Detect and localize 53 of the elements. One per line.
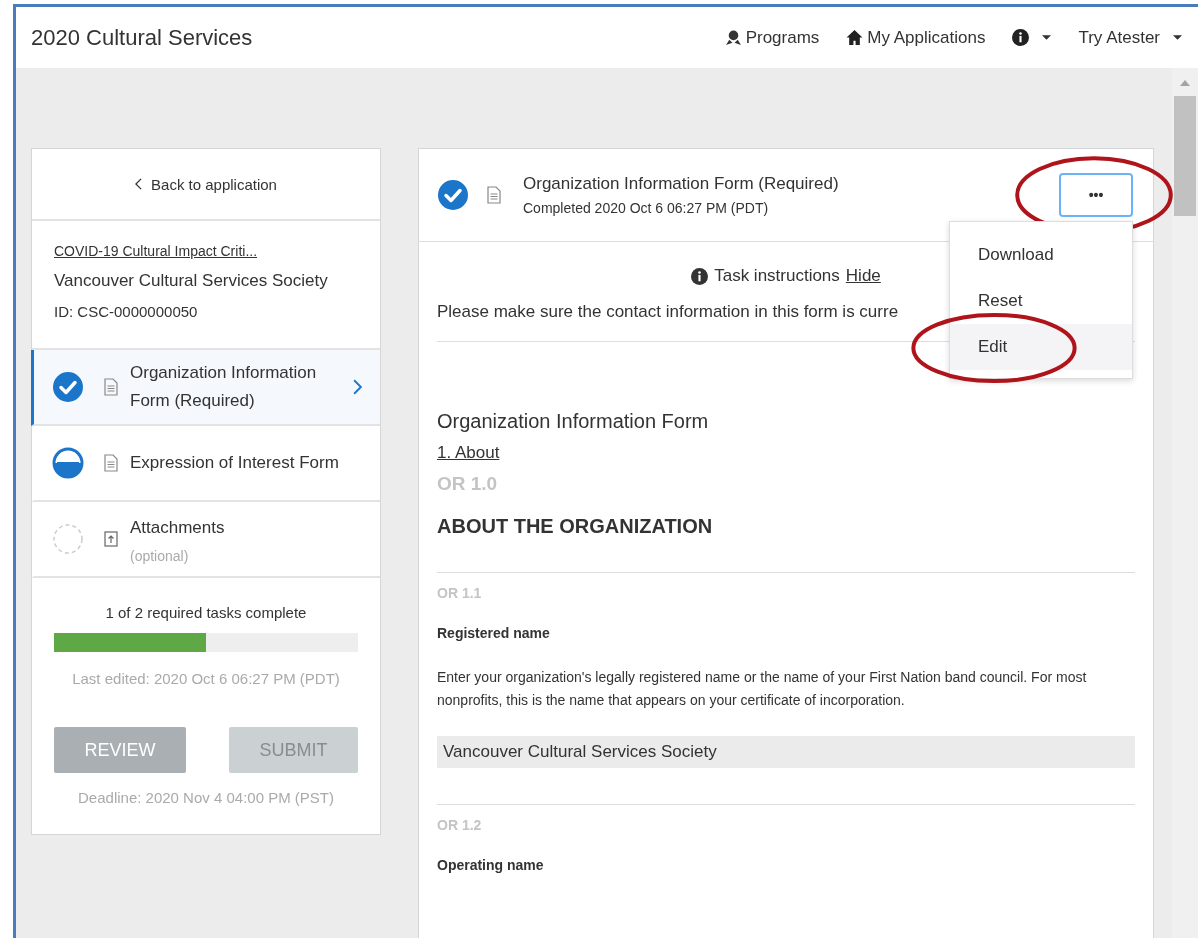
program-link[interactable]: COVID-19 Cultural Impact Criti... xyxy=(54,243,358,259)
user-menu[interactable]: Try Atester xyxy=(1078,27,1182,48)
document-icon xyxy=(104,454,118,472)
programs-link[interactable]: Programs xyxy=(724,27,820,48)
deadline: Deadline: 2020 Nov 4 04:00 PM (PST) xyxy=(78,789,334,806)
task-item[interactable]: Expression of Interest Form xyxy=(31,426,380,502)
chevron-right-icon xyxy=(353,379,362,395)
question-help: Enter your organization's legally registered name or the name of your First Nation band council. For most nonprofits, this is the name that appears on your certificate of incorporation. xyxy=(437,668,1088,710)
section-code: OR 1.0 xyxy=(437,473,499,495)
task-note: (optional) xyxy=(130,548,190,564)
completed-date: Completed 2020 Oct 6 06:27 PM (PDT) xyxy=(523,200,770,216)
caret-icon xyxy=(1173,35,1182,40)
more-button[interactable]: ••• xyxy=(1059,173,1133,217)
menu-item[interactable]: Reset xyxy=(950,278,1132,324)
task-item[interactable]: Attachments (optional) xyxy=(31,502,380,578)
instructions-text: Please make sure the contact information in this form is curre xyxy=(437,302,900,322)
document-icon xyxy=(487,186,501,204)
info-dropdown[interactable] xyxy=(1012,29,1052,46)
question-label: Registered name xyxy=(437,625,551,641)
task-title: Organization Information Form (Required) xyxy=(130,362,318,412)
task-title: Expression of Interest Form xyxy=(130,452,340,474)
hide-link[interactable]: Hide xyxy=(845,266,881,286)
caret-icon xyxy=(1042,35,1052,40)
section-link[interactable]: 1. About xyxy=(437,443,500,463)
last-edited: Last edited: 2020 Oct 6 06:27 PM (PDT) xyxy=(72,670,340,687)
scrollbar[interactable] xyxy=(1172,68,1198,938)
scroll-thumb[interactable] xyxy=(1174,96,1196,216)
question-code: OR 1.1 xyxy=(437,585,483,601)
task-title: Organization Information Form (Required) xyxy=(523,174,840,194)
organization-name: Vancouver Cultural Services Society xyxy=(54,271,329,291)
task-item[interactable]: Organization Information Form (Required) xyxy=(31,350,380,426)
info-icon xyxy=(691,267,709,285)
my-applications-link[interactable]: My Applications xyxy=(846,27,986,48)
question-label: Operating name xyxy=(437,857,545,873)
section-title: ABOUT THE ORGANIZATION xyxy=(437,515,714,538)
upload-icon xyxy=(104,530,118,548)
application-id: ID: CSC-0000000050 xyxy=(54,303,199,320)
answer-field[interactable]: Vancouver Cultural Services Society xyxy=(437,736,1135,768)
award-icon xyxy=(724,29,742,46)
menu-item[interactable]: Edit xyxy=(950,324,1132,370)
home-icon xyxy=(846,29,864,46)
back-link[interactable]: Back to application xyxy=(135,175,277,193)
progress-label: 1 of 2 required tasks complete xyxy=(105,604,307,621)
document-icon xyxy=(104,378,118,396)
info-icon xyxy=(1012,29,1030,46)
task-title: Attachments xyxy=(130,517,226,539)
app-title: 2020 Cultural Services xyxy=(31,24,253,51)
instructions-label: Task instructions xyxy=(714,266,840,286)
form-title: Organization Information Form xyxy=(437,410,710,433)
scroll-up-icon xyxy=(1180,80,1190,86)
menu-item[interactable]: Download xyxy=(950,232,1132,278)
question-code: OR 1.2 xyxy=(437,817,483,833)
chevron-left-icon xyxy=(135,178,143,190)
